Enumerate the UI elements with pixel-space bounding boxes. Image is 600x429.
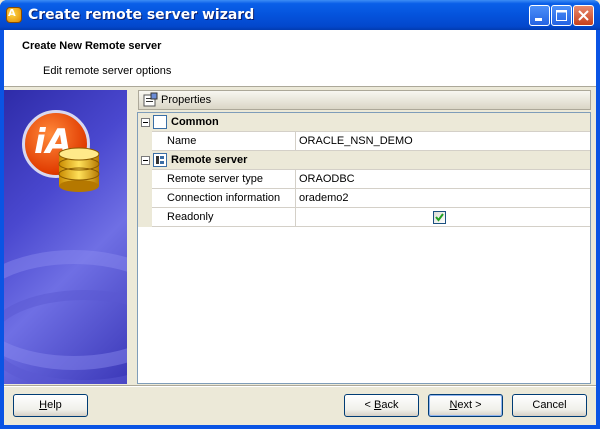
property-value-cell[interactable]: ORAODBC [296,170,590,189]
cancel-button[interactable]: Cancel [512,394,587,417]
wizard-side-banner: iA [4,90,127,384]
category-row-remote-server[interactable]: Remote server [138,151,590,170]
property-row-name[interactable]: Name ORACLE_NSN_DEMO [138,132,590,151]
wizard-header: Create New Remote server Edit remote ser… [4,30,596,87]
category-row-common[interactable]: Common [138,113,590,132]
minimize-button[interactable] [529,5,550,26]
help-label: elp [47,399,62,411]
row-gutter [138,189,152,208]
readonly-checkbox[interactable] [433,211,446,224]
property-row-connection-information[interactable]: Connection information orademo2 [138,189,590,208]
property-value[interactable]: orademo2 [299,192,349,204]
row-gutter [138,132,152,151]
server-category-icon [153,153,167,167]
property-row-readonly[interactable]: Readonly [138,208,590,227]
header-title: Create New Remote server [22,40,162,52]
next-button[interactable]: Next > [428,394,503,417]
property-name: Connection information [167,192,281,204]
back-button[interactable]: < Back [344,394,419,417]
help-accel: H [39,399,48,411]
properties-panel-header: Properties [138,90,591,110]
app-icon[interactable]: A [6,7,22,23]
minimize-icon [535,18,542,21]
row-gutter [138,170,152,189]
row-gutter [138,208,152,227]
property-name-cell: Name [152,132,296,151]
maximize-icon [556,10,567,21]
window-title: Create remote server wizard [28,7,255,23]
wizard-window: A Create remote server wizard Create New… [0,0,600,429]
property-name-cell: Connection information [152,189,296,208]
close-icon [578,10,589,21]
property-name: Readonly [167,211,214,223]
footer-divider [4,385,596,387]
common-category-icon [153,115,167,129]
property-value-cell[interactable] [296,208,590,227]
property-grid[interactable]: Common Name ORACLE_NSN_DEMO Remote serve… [137,112,591,384]
collapse-icon[interactable] [141,156,150,165]
property-name-cell: Remote server type [152,170,296,189]
maximize-button[interactable] [551,5,572,26]
properties-icon [143,92,158,107]
property-value[interactable]: ORACLE_NSN_DEMO [299,135,413,147]
property-name-cell: Readonly [152,208,296,227]
back-label: ack [381,399,399,411]
category-label: Common [171,116,219,128]
property-row-remote-server-type[interactable]: Remote server type ORAODBC [138,170,590,189]
property-value-cell[interactable]: orademo2 [296,189,590,208]
help-button[interactable]: Help [13,394,88,417]
row-gutter [138,113,152,132]
property-name: Remote server type [167,173,263,185]
checkmark-icon [435,213,444,222]
back-prefix: < [364,399,374,411]
property-value-cell[interactable]: ORACLE_NSN_DEMO [296,132,590,151]
close-button[interactable] [573,5,594,26]
database-icon [58,147,100,192]
category-label: Remote server [171,154,248,166]
collapse-icon[interactable] [141,118,150,127]
dialog-client: Create New Remote server Edit remote ser… [4,30,596,425]
header-subtitle: Edit remote server options [43,65,172,77]
next-label: ext > [457,399,482,411]
property-name: Name [167,135,197,147]
property-value[interactable]: ORAODBC [299,173,355,185]
row-gutter [138,151,152,170]
title-bar[interactable]: A Create remote server wizard [0,0,600,30]
banner-swirl-inner [4,290,127,384]
properties-panel-title: Properties [161,94,212,106]
